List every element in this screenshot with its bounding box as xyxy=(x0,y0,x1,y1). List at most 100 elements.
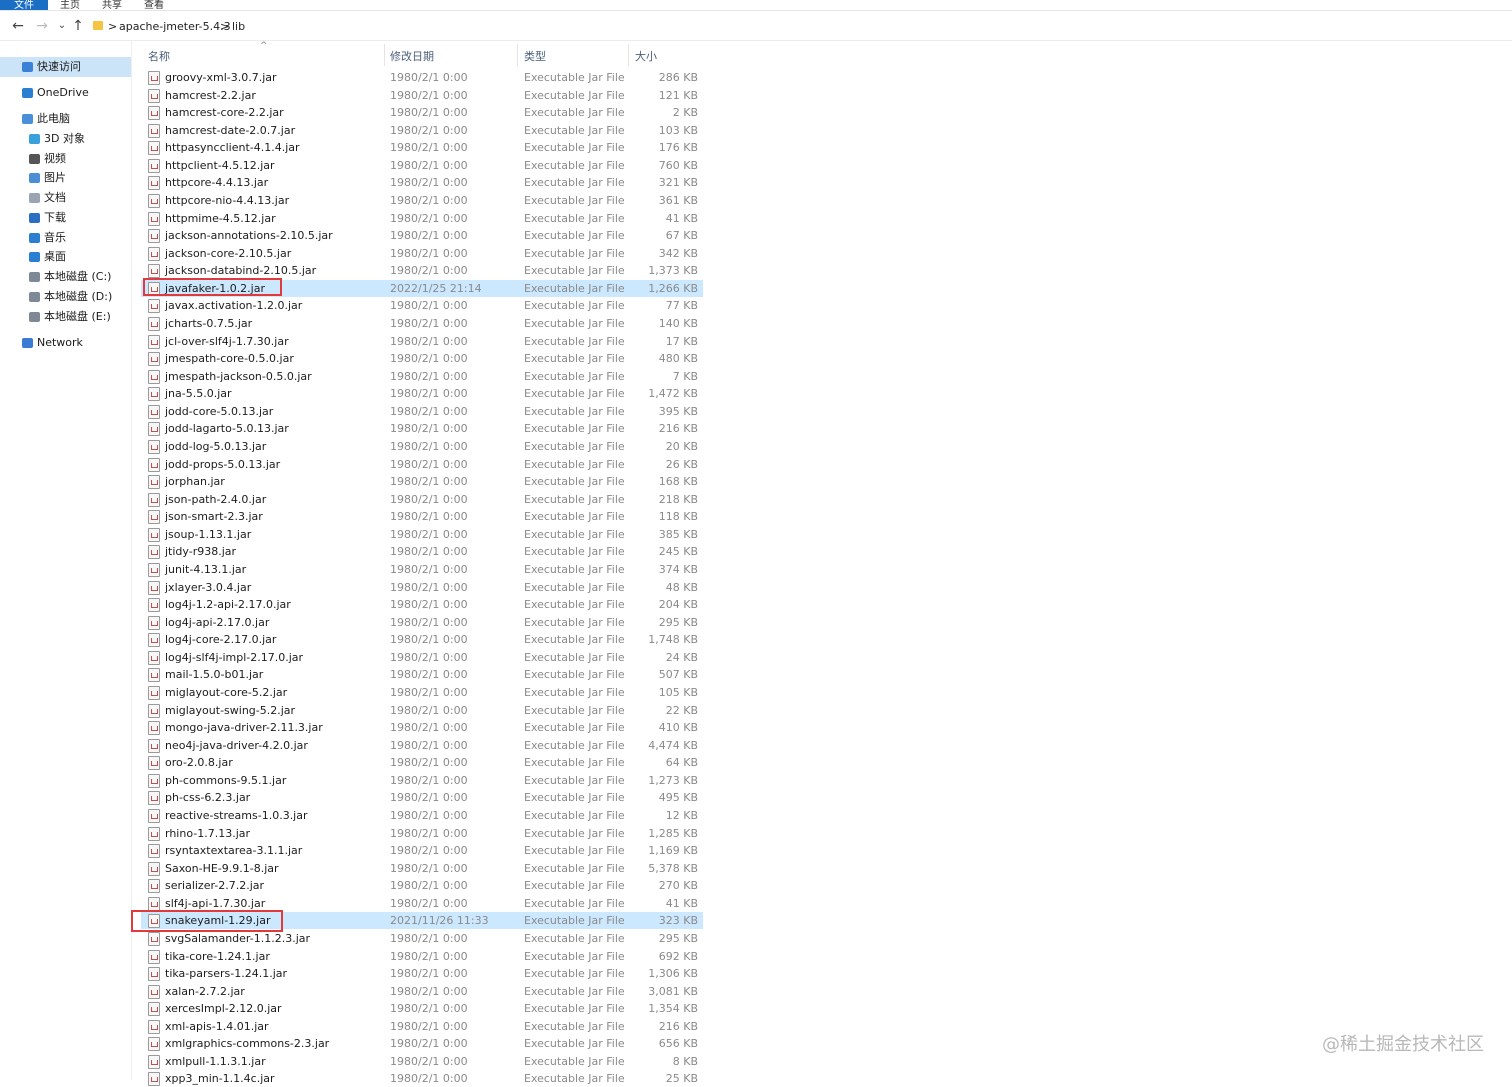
breadcrumb-item-apache-jmeter[interactable]: apache-jmeter-5.4.3 xyxy=(119,20,231,33)
file-type: Executable Jar File xyxy=(524,897,625,910)
tab-home[interactable]: 主页 xyxy=(60,0,80,10)
file-row[interactable]: hamcrest-2.2.jar 1980/2/1 0:00 Executable … xyxy=(141,87,703,104)
file-row[interactable]: rhino-1.7.13.jar 1980/2/1 0:00 Executable … xyxy=(141,825,703,842)
file-row[interactable]: jodd-core-5.0.13.jar 1980/2/1 0:00 Executa… xyxy=(141,403,703,420)
sidebar-item[interactable]: 图片 xyxy=(0,168,131,188)
jar-file-icon xyxy=(148,809,160,823)
file-row[interactable]: jorphan.jar 1980/2/1 0:00 Executable Jar F… xyxy=(141,473,703,490)
column-headers: 名称 ^ 修改日期 类型 大小 xyxy=(140,41,705,66)
file-row[interactable]: jmespath-jackson-0.5.0.jar 1980/2/1 0:00 E… xyxy=(141,368,703,385)
back-arrow-icon[interactable]: ← xyxy=(10,18,26,34)
file-row[interactable]: miglayout-core-5.2.jar 1980/2/1 0:00 Execu… xyxy=(141,684,703,701)
file-name: tika-core-1.24.1.jar xyxy=(165,950,270,963)
file-type: Executable Jar File xyxy=(524,668,625,681)
file-row[interactable]: svgSalamander-1.1.2.3.jar 1980/2/1 0:00 Ex… xyxy=(141,930,703,947)
file-row[interactable]: xmlpull-1.1.3.1.jar 1980/2/1 0:00 Executab… xyxy=(141,1053,703,1070)
tab-share[interactable]: 共享 xyxy=(102,0,122,10)
file-row[interactable]: jtidy-r938.jar 1980/2/1 0:00 Executable Ja… xyxy=(141,543,703,560)
file-row[interactable]: hamcrest-core-2.2.jar 1980/2/1 0:00 Execut… xyxy=(141,104,703,121)
sidebar-item[interactable]: 视频 xyxy=(0,149,131,169)
file-row[interactable]: log4j-core-2.17.0.jar 1980/2/1 0:00 Execut… xyxy=(141,631,703,648)
sidebar-item[interactable]: 本地磁盘 (C:) xyxy=(0,267,131,287)
sidebar-item[interactable]: 3D 对象 xyxy=(0,129,131,149)
file-row[interactable]: tika-core-1.24.1.jar 1980/2/1 0:00 Executa… xyxy=(141,948,703,965)
file-row[interactable]: log4j-1.2-api-2.17.0.jar 1980/2/1 0:00 Exe… xyxy=(141,596,703,613)
column-divider[interactable] xyxy=(517,44,518,66)
sidebar-item[interactable]: 音乐 xyxy=(0,228,131,248)
tab-file[interactable]: 文件 xyxy=(0,0,48,10)
file-row[interactable]: jackson-annotations-2.10.5.jar 1980/2/1 0… xyxy=(141,227,703,244)
file-row[interactable]: jcl-over-slf4j-1.7.30.jar 1980/2/1 0:00 Ex… xyxy=(141,333,703,350)
drive-icon xyxy=(29,312,40,322)
file-row[interactable]: ph-css-6.2.3.jar 1980/2/1 0:00 Executable … xyxy=(141,789,703,806)
file-row[interactable]: neo4j-java-driver-4.2.0.jar 1980/2/1 0:00… xyxy=(141,737,703,754)
file-row[interactable]: oro-2.0.8.jar 1980/2/1 0:00 Executable Jar… xyxy=(141,754,703,771)
recent-locations-icon[interactable]: ⌄ xyxy=(54,18,70,34)
sidebar-item[interactable]: 文档 xyxy=(0,188,131,208)
file-row[interactable]: xalan-2.7.2.jar 1980/2/1 0:00 Executable J… xyxy=(141,983,703,1000)
sidebar-item-label: Network xyxy=(37,336,83,349)
file-row[interactable]: jna-5.5.0.jar 1980/2/1 0:00 Executable Jar… xyxy=(141,385,703,402)
jar-file-icon xyxy=(148,598,160,612)
file-row[interactable]: jodd-lagarto-5.0.13.jar 1980/2/1 0:00 Exec… xyxy=(141,420,703,437)
file-row[interactable]: json-path-2.4.0.jar 1980/2/1 0:00 Executab… xyxy=(141,491,703,508)
file-name: jodd-lagarto-5.0.13.jar xyxy=(165,422,289,435)
sidebar-item[interactable]: 本地磁盘 (E:) xyxy=(0,307,131,327)
file-row[interactable]: httpcore-nio-4.4.13.jar 1980/2/1 0:00 Exec… xyxy=(141,192,703,209)
file-row[interactable]: groovy-xml-3.0.7.jar 1980/2/1 0:00 Executa… xyxy=(141,69,703,86)
breadcrumb[interactable]: > apache-jmeter-5.4.3 > lib xyxy=(88,16,1510,38)
file-name: hamcrest-2.2.jar xyxy=(165,89,256,102)
file-row[interactable]: hamcrest-date-2.0.7.jar 1980/2/1 0:00 Exec… xyxy=(141,122,703,139)
file-type: Executable Jar File xyxy=(524,475,625,488)
column-header-size[interactable]: 大小 xyxy=(635,48,657,64)
file-row[interactable]: jmespath-core-0.5.0.jar 1980/2/1 0:00 Exec… xyxy=(141,350,703,367)
file-row[interactable]: jxlayer-3.0.4.jar 1980/2/1 0:00 Executable… xyxy=(141,579,703,596)
file-row[interactable]: jackson-core-2.10.5.jar 1980/2/1 0:00 Exec… xyxy=(141,245,703,262)
file-row[interactable]: httpclient-4.5.12.jar 1980/2/1 0:00 Execut… xyxy=(141,157,703,174)
sidebar-item[interactable]: 此电脑 xyxy=(0,109,131,129)
jar-file-icon xyxy=(148,141,160,155)
file-row[interactable]: xmlgraphics-commons-2.3.jar 1980/2/1 0:00… xyxy=(141,1035,703,1052)
file-row[interactable]: reactive-streams-1.0.3.jar 1980/2/1 0:00 E… xyxy=(141,807,703,824)
sidebar-item[interactable]: OneDrive xyxy=(0,83,131,103)
sidebar-item[interactable]: Network xyxy=(0,333,131,353)
file-row[interactable]: httpmime-4.5.12.jar 1980/2/1 0:00 Executab… xyxy=(141,210,703,227)
file-row[interactable]: httpcore-4.4.13.jar 1980/2/1 0:00 Executab… xyxy=(141,174,703,191)
file-row[interactable]: junit-4.13.1.jar 1980/2/1 0:00 Executable … xyxy=(141,561,703,578)
breadcrumb-item-lib[interactable]: lib xyxy=(232,20,245,33)
file-row[interactable]: mail-1.5.0-b01.jar 1980/2/1 0:00 Executabl… xyxy=(141,666,703,683)
column-header-name[interactable]: 名称 xyxy=(148,48,170,64)
file-row[interactable]: serializer-2.7.2.jar 1980/2/1 0:00 Executa… xyxy=(141,877,703,894)
up-arrow-icon[interactable]: ↑ xyxy=(70,18,86,34)
file-row[interactable]: xpp3_min-1.1.4c.jar 1980/2/1 0:00 Executab… xyxy=(141,1070,703,1087)
file-row[interactable]: jcharts-0.7.5.jar 1980/2/1 0:00 Executable… xyxy=(141,315,703,332)
file-row[interactable]: jodd-props-5.0.13.jar 1980/2/1 0:00 Execut… xyxy=(141,456,703,473)
file-row[interactable]: xml-apis-1.4.01.jar 1980/2/1 0:00 Executab… xyxy=(141,1018,703,1035)
forward-arrow-icon[interactable]: → xyxy=(34,18,50,34)
file-row[interactable]: Saxon-HE-9.9.1-8.jar 1980/2/1 0:00 Executa… xyxy=(141,860,703,877)
file-row[interactable]: jackson-databind-2.10.5.jar 1980/2/1 0:00… xyxy=(141,262,703,279)
file-row[interactable]: jodd-log-5.0.13.jar 1980/2/1 0:00 Executab… xyxy=(141,438,703,455)
file-row[interactable]: log4j-slf4j-impl-2.17.0.jar 1980/2/1 0:00… xyxy=(141,649,703,666)
file-name: xercesImpl-2.12.0.jar xyxy=(165,1002,282,1015)
file-row[interactable]: miglayout-swing-5.2.jar 1980/2/1 0:00 Exec… xyxy=(141,702,703,719)
file-row[interactable]: xercesImpl-2.12.0.jar 1980/2/1 0:00 Execut… xyxy=(141,1000,703,1017)
sidebar-item[interactable]: 下载 xyxy=(0,208,131,228)
file-row[interactable]: ph-commons-9.5.1.jar 1980/2/1 0:00 Executa… xyxy=(141,772,703,789)
file-row[interactable]: javax.activation-1.2.0.jar 1980/2/1 0:00 E… xyxy=(141,297,703,314)
tab-view[interactable]: 查看 xyxy=(144,0,164,10)
file-row[interactable]: mongo-java-driver-2.11.3.jar 1980/2/1 0:0… xyxy=(141,719,703,736)
file-row[interactable]: tika-parsers-1.24.1.jar 1980/2/1 0:00 Exec… xyxy=(141,965,703,982)
file-row[interactable]: log4j-api-2.17.0.jar 1980/2/1 0:00 Executa… xyxy=(141,614,703,631)
file-row[interactable]: jsoup-1.13.1.jar 1980/2/1 0:00 Executable … xyxy=(141,526,703,543)
file-row[interactable]: rsyntaxtextarea-3.1.1.jar 1980/2/1 0:00 Ex… xyxy=(141,842,703,859)
sidebar-item[interactable]: 桌面 xyxy=(0,247,131,267)
sidebar-item[interactable]: 快速访问 xyxy=(0,57,131,77)
column-divider[interactable] xyxy=(384,44,385,66)
column-header-date[interactable]: 修改日期 xyxy=(390,48,434,64)
column-divider[interactable] xyxy=(628,44,629,66)
file-row[interactable]: httpasyncclient-4.1.4.jar 1980/2/1 0:00 Ex… xyxy=(141,139,703,156)
sidebar-item[interactable]: 本地磁盘 (D:) xyxy=(0,287,131,307)
file-row[interactable]: json-smart-2.3.jar 1980/2/1 0:00 Executabl… xyxy=(141,508,703,525)
column-header-type[interactable]: 类型 xyxy=(524,48,546,64)
